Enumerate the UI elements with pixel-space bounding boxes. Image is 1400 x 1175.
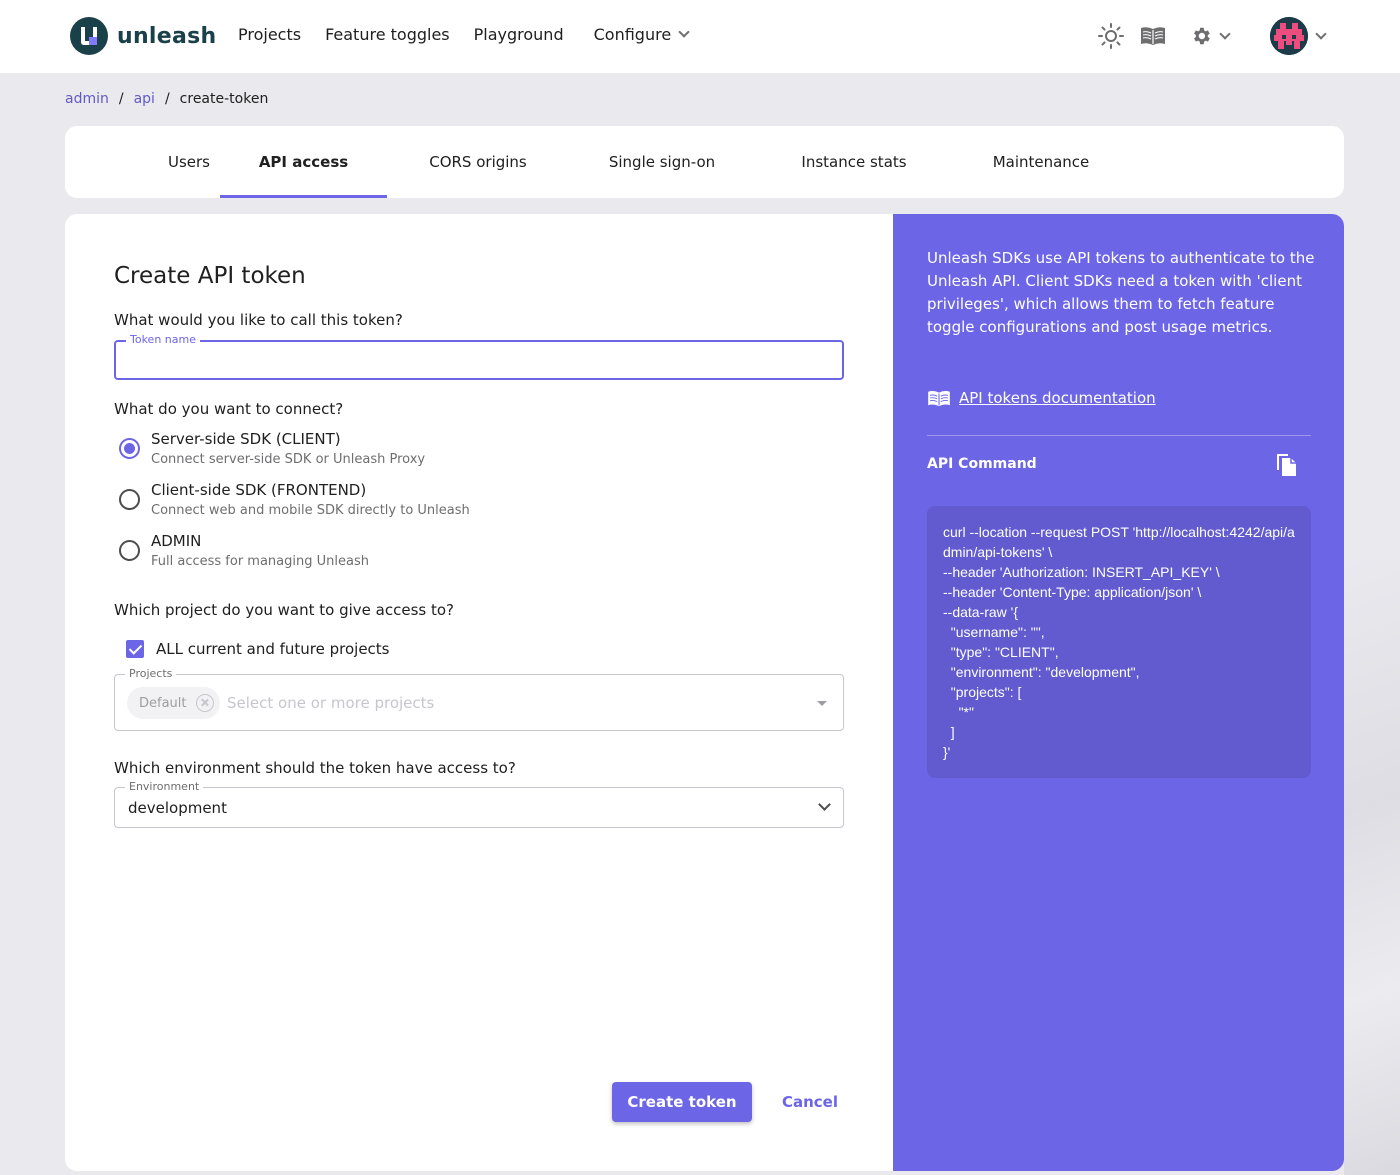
breadcrumb-separator: / — [118, 91, 124, 107]
environment-select[interactable]: Environment development — [114, 780, 844, 828]
create-token-button[interactable]: Create token — [612, 1082, 752, 1122]
logo-text: unleash — [117, 23, 217, 49]
top-navigation-bar: unleash Projects Feature toggles Playgro… — [0, 0, 1400, 73]
environment-question: Which environment should the token have … — [114, 759, 516, 777]
tab-maintenance[interactable]: Maintenance — [970, 126, 1112, 198]
gear-icon — [1194, 27, 1210, 45]
chevron-down-icon — [678, 26, 690, 38]
chevron-down-icon — [1219, 27, 1231, 40]
tab-instance-stats[interactable]: Instance stats — [780, 126, 928, 198]
chevron-down-icon — [818, 798, 831, 811]
radio-label: Client-side SDK (FRONTEND) — [151, 481, 367, 499]
token-type-admin[interactable]: ADMIN Full access for managing Unleash — [119, 532, 369, 569]
token-name-question: What would you like to call this token? — [114, 311, 403, 329]
copy-icon[interactable] — [1274, 452, 1298, 478]
admin-tabs: Users API access CORS origins Single sig… — [65, 126, 1344, 198]
settings-menu[interactable] — [1190, 25, 1231, 47]
nav-feature-toggles[interactable]: Feature toggles — [325, 25, 450, 44]
project-question: Which project do you want to give access… — [114, 601, 454, 619]
breadcrumb-separator: / — [164, 91, 170, 107]
api-docs-link-text[interactable]: API tokens documentation — [959, 389, 1156, 407]
avatar — [1270, 17, 1308, 55]
radio-label: Server-side SDK (CLIENT) — [151, 430, 341, 448]
cancel-button[interactable]: Cancel — [775, 1082, 845, 1122]
api-command-code: curl --location --request POST 'http://l… — [927, 506, 1311, 778]
api-command-title: API Command — [927, 456, 1037, 472]
all-projects-checkbox[interactable] — [126, 640, 144, 658]
main-nav: Projects Feature toggles Playground Conf… — [238, 25, 712, 44]
connect-question: What do you want to connect? — [114, 400, 344, 418]
configure-label: Configure — [593, 25, 672, 44]
project-chip-default: Default — [127, 687, 220, 719]
book-icon — [928, 390, 950, 407]
radio-description: Connect web and mobile SDK directly to U… — [151, 503, 470, 518]
breadcrumb-admin[interactable]: admin — [65, 91, 109, 107]
tab-cors-origins[interactable]: CORS origins — [408, 126, 548, 198]
sidebar-description: Unleash SDKs use API tokens to authentic… — [927, 249, 1315, 336]
help-sidebar: Unleash SDKs use API tokens to authentic… — [893, 214, 1344, 1171]
nav-configure-menu[interactable]: Configure — [593, 25, 690, 44]
sun-icon[interactable] — [1096, 21, 1126, 51]
chevron-down-icon — [1315, 27, 1327, 40]
tab-api-access[interactable]: API access — [220, 126, 387, 198]
environment-label: Environment — [125, 780, 204, 793]
caret-down-icon — [817, 701, 827, 706]
breadcrumb-api[interactable]: api — [134, 91, 155, 107]
logo-icon — [70, 17, 108, 55]
nav-playground[interactable]: Playground — [474, 25, 564, 44]
radio-description: Full access for managing Unleash — [151, 554, 369, 569]
token-name-field[interactable]: Token name — [114, 333, 844, 380]
radio-button[interactable] — [119, 438, 140, 459]
token-name-input[interactable] — [116, 342, 842, 378]
nav-projects[interactable]: Projects — [238, 25, 301, 44]
profile-menu[interactable] — [1270, 17, 1327, 55]
projects-label: Projects — [125, 667, 177, 680]
token-type-frontend[interactable]: Client-side SDK (FRONTEND) Connect web a… — [119, 481, 470, 518]
api-command-text: curl --location --request POST 'http://l… — [943, 524, 1295, 760]
tab-single-sign-on[interactable]: Single sign-on — [587, 126, 737, 198]
close-icon — [195, 694, 214, 712]
unleash-logo[interactable]: unleash — [70, 17, 217, 55]
environment-value: development — [128, 799, 227, 817]
projects-select[interactable]: Projects Default Select one or more proj… — [114, 667, 844, 731]
projects-placeholder: Select one or more projects — [227, 694, 435, 712]
breadcrumb: admin / api / create-token — [65, 91, 268, 107]
radio-label: ADMIN — [151, 532, 202, 550]
radio-button[interactable] — [119, 489, 140, 510]
chip-label: Default — [139, 695, 187, 711]
divider — [927, 435, 1311, 436]
book-icon[interactable] — [1140, 25, 1166, 47]
header-actions — [1096, 16, 1231, 56]
radio-description: Connect server-side SDK or Unleash Proxy — [151, 452, 426, 467]
breadcrumb-current: create-token — [179, 91, 269, 107]
token-type-client[interactable]: Server-side SDK (CLIENT) Connect server-… — [119, 430, 425, 467]
radio-button[interactable] — [119, 540, 140, 561]
background-decoration — [1344, 560, 1400, 1175]
all-projects-checkbox-row[interactable]: ALL current and future projects — [126, 640, 390, 658]
page-title: Create API token — [114, 263, 306, 289]
api-docs-link[interactable]: API tokens documentation — [927, 389, 1156, 407]
token-name-label: Token name — [126, 333, 200, 346]
create-token-panel: Create API token What would you like to … — [65, 214, 1344, 1171]
all-projects-label: ALL current and future projects — [156, 640, 390, 658]
